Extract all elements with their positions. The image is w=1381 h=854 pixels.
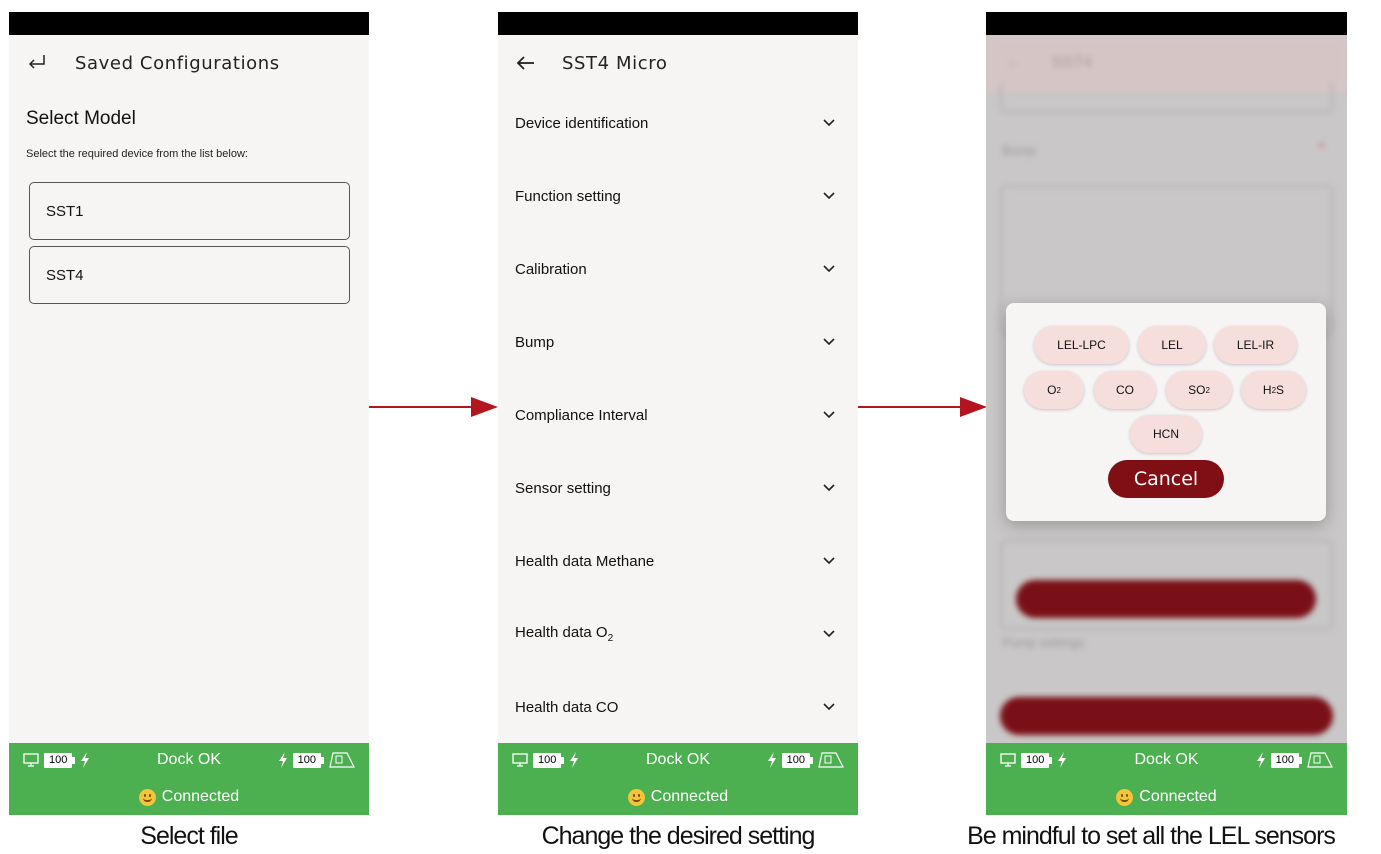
- phone-screen-sst4-settings: SST4 Micro Device identification Functio…: [498, 12, 858, 815]
- section-bump[interactable]: Bump: [498, 317, 858, 367]
- smiley-icon: [138, 788, 156, 806]
- section-label: Sensor setting: [515, 479, 611, 497]
- section-health-data-methane[interactable]: Health data Methane: [498, 536, 858, 586]
- device-icon: [329, 752, 355, 768]
- section-calibration[interactable]: Calibration: [498, 244, 858, 294]
- connection-status: Connected: [161, 788, 240, 805]
- section-label: Device identification: [515, 114, 649, 132]
- select-model-heading: Select Model: [26, 108, 136, 129]
- charging-bolt-icon: [278, 752, 287, 768]
- sensor-chip-o2[interactable]: O2: [1024, 371, 1084, 409]
- smiley-icon: [627, 788, 645, 806]
- dock-status-footer: 100 Dock OK 100 Connected: [9, 743, 369, 815]
- device-icon: [1307, 752, 1333, 768]
- sensor-chip-lel-lpc[interactable]: LEL-LPC: [1034, 326, 1129, 364]
- status-bar: [9, 12, 369, 35]
- section-label: Function setting: [515, 187, 621, 205]
- sensor-chip-h2s[interactable]: H2S: [1241, 371, 1306, 409]
- page-title: SST4 Micro: [562, 52, 668, 74]
- sensor-chip-co[interactable]: CO: [1094, 371, 1156, 409]
- chevron-down-icon: [822, 189, 836, 203]
- sensor-chip-so2[interactable]: SO 2: [1166, 371, 1232, 409]
- right-battery-indicator: 100: [781, 752, 813, 768]
- return-icon[interactable]: [25, 51, 49, 75]
- cancel-button[interactable]: Cancel: [1108, 460, 1224, 498]
- model-option-sst1[interactable]: SST1: [29, 182, 350, 240]
- chevron-down-icon: [822, 700, 836, 714]
- sensor-chip-lel[interactable]: LEL: [1138, 326, 1206, 364]
- device-icon: [818, 752, 844, 768]
- right-battery-indicator: 100: [292, 752, 324, 768]
- charging-bolt-icon: [1256, 752, 1265, 768]
- section-label: Calibration: [515, 260, 587, 278]
- caption-lel-sensors: Be mindful to set all the LEL sensors: [967, 822, 1336, 850]
- section-health-data-co[interactable]: Health data CO: [498, 682, 858, 732]
- app-bar: Saved Configurations: [9, 35, 369, 91]
- chevron-down-icon: [822, 408, 836, 422]
- section-compliance-interval[interactable]: Compliance Interval: [498, 390, 858, 440]
- dock-status-footer: 100 Dock OK 100 Connected: [498, 743, 858, 815]
- arrow-right-icon: [858, 397, 987, 417]
- blurred-background: ← SST4 Bump ⌃ Pump settings LEL-LPC LEL L…: [986, 35, 1347, 743]
- section-sensor-setting[interactable]: Sensor setting: [498, 463, 858, 513]
- dock-status-footer: 100 Dock OK 100 Connected: [986, 743, 1347, 815]
- phone-screen-add-sensor: ← SST4 Bump ⌃ Pump settings LEL-LPC LEL L…: [986, 12, 1347, 815]
- select-model-subtitle: Select the required device from the list…: [26, 148, 248, 160]
- page-title: Saved Configurations: [75, 52, 280, 74]
- model-option-sst4[interactable]: SST4: [29, 246, 350, 304]
- arrow-right-icon: [369, 397, 498, 417]
- section-health-data-o2[interactable]: Health data O2: [498, 609, 858, 659]
- chevron-down-icon: [822, 116, 836, 130]
- section-label: Health data O2: [515, 624, 614, 644]
- phone-screen-select-model: Saved Configurations Select Model Select…: [9, 12, 369, 815]
- section-label: Bump: [515, 333, 555, 351]
- section-label: Health data Methane: [515, 552, 655, 570]
- chevron-down-icon: [822, 627, 836, 641]
- connection-status: Connected: [650, 788, 729, 805]
- chevron-down-icon: [822, 554, 836, 568]
- sensor-selection-dialog: LEL-LPC LEL LEL-IR O2 CO SO 2 H2S HCN Can…: [1006, 303, 1326, 521]
- connection-status: Connected: [1139, 788, 1217, 805]
- back-arrow-icon[interactable]: [514, 51, 538, 75]
- chevron-down-icon: [822, 481, 836, 495]
- caption-select-file: Select file: [140, 822, 238, 850]
- section-label: Compliance Interval: [515, 406, 648, 424]
- status-bar: [498, 12, 858, 35]
- right-battery-indicator: 100: [1270, 752, 1302, 768]
- smiley-icon: [1116, 788, 1134, 806]
- sensor-chip-hcn[interactable]: HCN: [1130, 415, 1202, 453]
- section-label: Health data CO: [515, 698, 619, 716]
- chevron-down-icon: [822, 262, 836, 276]
- app-bar: SST4 Micro: [498, 35, 858, 91]
- section-device-identification[interactable]: Device identification: [498, 98, 858, 148]
- section-function-setting[interactable]: Function setting: [498, 171, 858, 221]
- caption-change-setting: Change the desired setting: [541, 822, 816, 850]
- charging-bolt-icon: [767, 752, 776, 768]
- sensor-chip-lel-ir[interactable]: LEL-IR: [1214, 326, 1297, 364]
- chevron-down-icon: [822, 335, 836, 349]
- status-bar: [986, 12, 1347, 35]
